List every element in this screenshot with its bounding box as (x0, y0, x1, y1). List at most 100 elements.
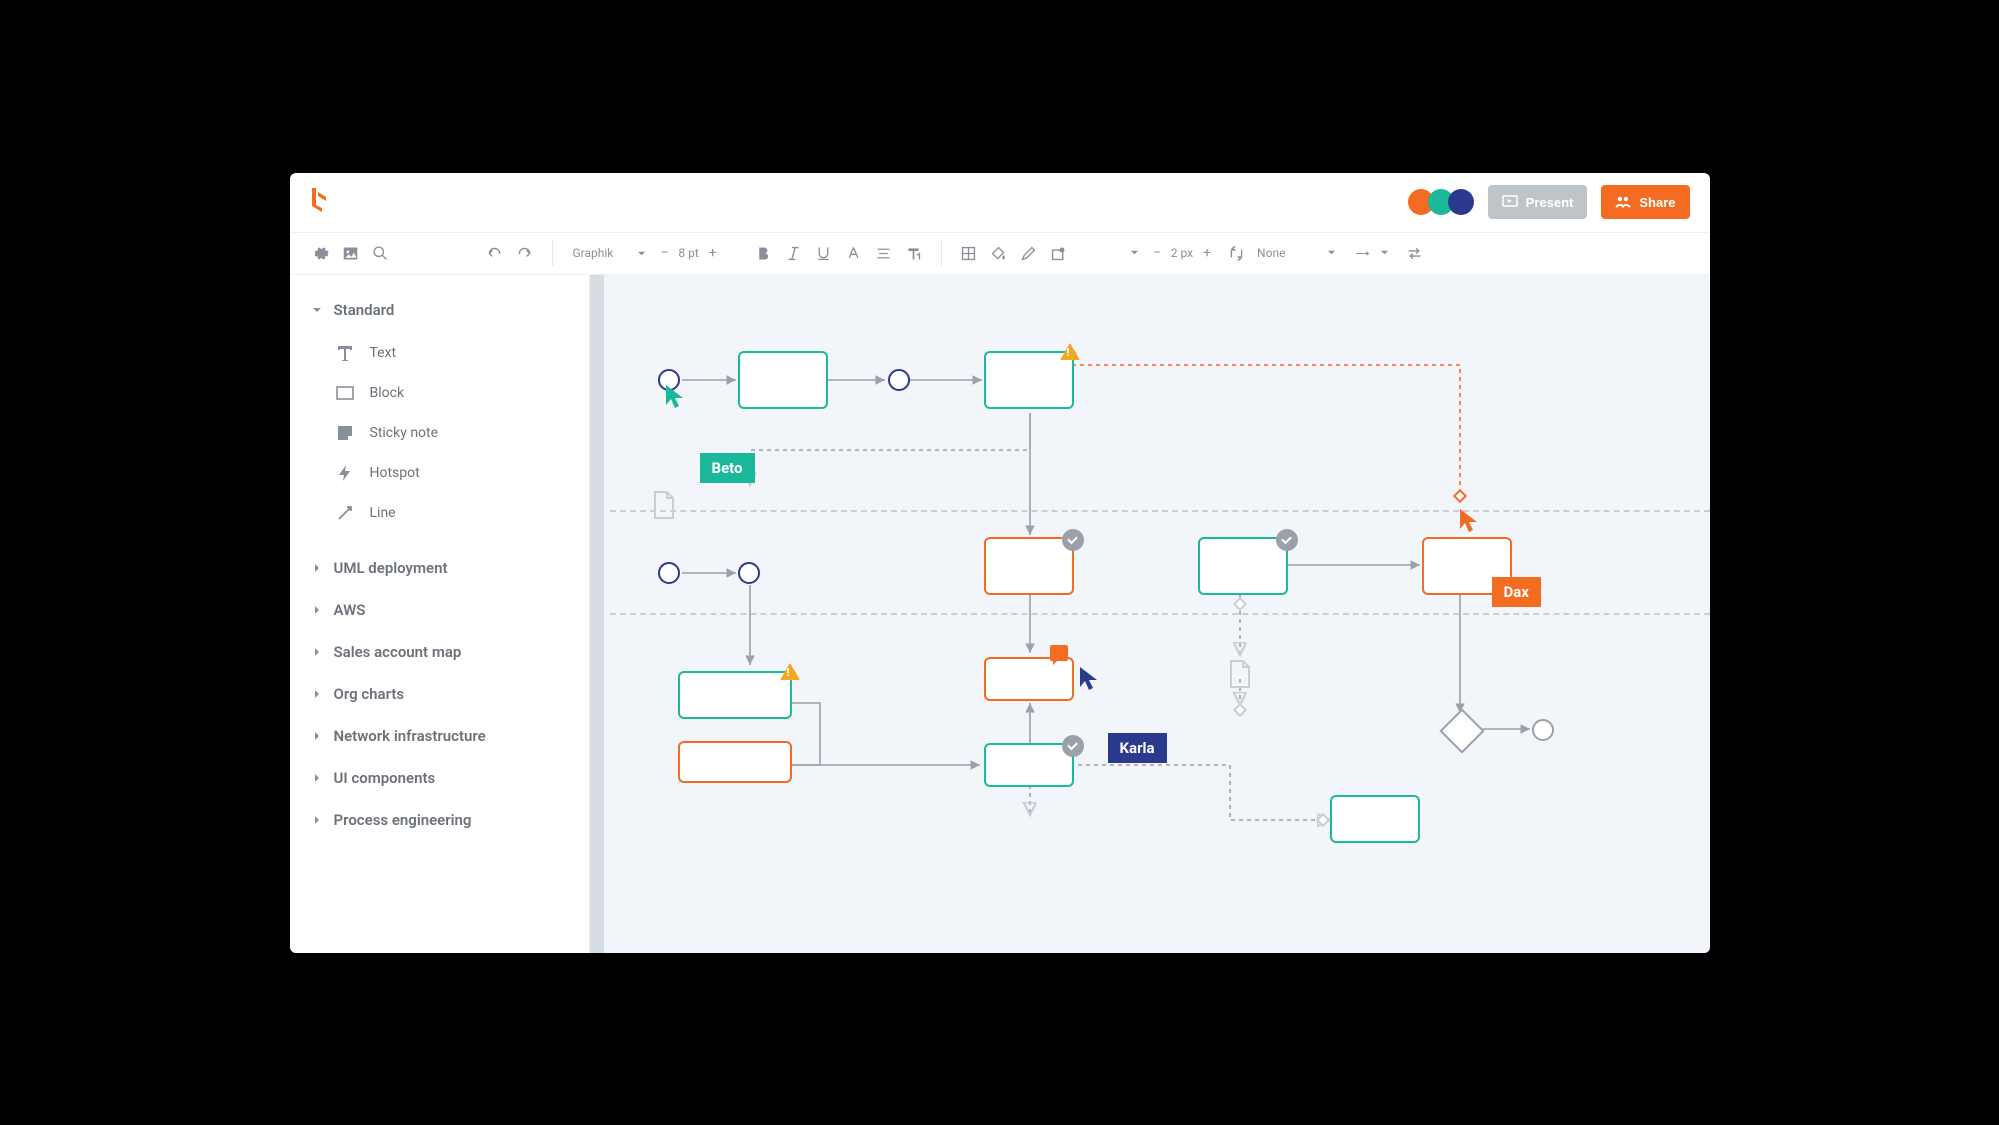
shape-item-label: Block (370, 385, 405, 401)
check-badge (1276, 529, 1298, 551)
panel-label: Org charts (334, 685, 405, 703)
chevron-right-icon (312, 605, 322, 615)
panel-header-network[interactable]: Network infrastructure (312, 719, 567, 753)
search-button[interactable] (368, 240, 394, 266)
font-size-decrease[interactable]: − (660, 245, 668, 261)
chevron-right-icon (312, 773, 322, 783)
intermediate-event[interactable] (738, 562, 760, 584)
task-node[interactable] (678, 671, 792, 719)
app-window: Present Share Graphik − 8 pt + (290, 173, 1710, 953)
line-routing-button[interactable] (1223, 240, 1249, 266)
align-icon (875, 245, 892, 262)
panel-label: Network infrastructure (334, 727, 486, 745)
block-icon (334, 382, 356, 404)
text-color-icon (845, 245, 862, 262)
redo-button[interactable] (512, 240, 538, 266)
shape-item-label: Text (370, 345, 397, 361)
panel-header-org[interactable]: Org charts (312, 677, 567, 711)
shape-item-hotspot[interactable]: Hotspot (322, 453, 567, 493)
document-icon (1228, 659, 1252, 689)
chevron-right-icon (312, 815, 322, 825)
play-icon (1502, 194, 1518, 210)
task-node[interactable] (1198, 537, 1288, 595)
start-event[interactable] (658, 562, 680, 584)
collaborator-label: Dax (1492, 577, 1541, 607)
arrow-style-button[interactable] (1350, 240, 1376, 266)
collaborator-cursor (1078, 665, 1100, 695)
shape-format-button[interactable] (1046, 240, 1072, 266)
panel-header-ui[interactable]: UI components (312, 761, 567, 795)
shape-item-sticky-note[interactable]: Sticky note (322, 413, 567, 453)
table-button[interactable] (956, 240, 982, 266)
text-color-button[interactable] (841, 240, 867, 266)
warning-badge (1060, 343, 1080, 360)
chevron-down-icon (1130, 248, 1139, 257)
stroke-style-dropdown[interactable] (1130, 246, 1139, 260)
panel-header-aws[interactable]: AWS (312, 593, 567, 627)
font-family-select[interactable]: Graphik (567, 246, 657, 260)
logo (310, 188, 328, 216)
redo-icon (516, 245, 533, 262)
sticky-note-icon (334, 422, 356, 444)
task-node[interactable] (738, 351, 828, 409)
gateway[interactable] (1439, 708, 1484, 753)
share-button[interactable]: Share (1601, 185, 1689, 219)
fill-button[interactable] (986, 240, 1012, 266)
panel-label: Process engineering (334, 811, 472, 829)
gateway-marker (1232, 702, 1246, 716)
gateway-marker (1315, 812, 1329, 826)
lane-divider (610, 510, 1710, 512)
end-event[interactable] (1532, 719, 1554, 741)
gateway-marker (1452, 488, 1466, 502)
panel-label: UI components (334, 769, 436, 787)
check-badge (1062, 529, 1084, 551)
text-format-button[interactable] (901, 240, 927, 266)
shape-item-block[interactable]: Block (322, 373, 567, 413)
arrow-style-dropdown[interactable] (1380, 246, 1389, 260)
italic-icon (785, 245, 802, 262)
stroke-button[interactable] (1016, 240, 1042, 266)
task-node[interactable] (984, 537, 1074, 595)
line-style-dropdown[interactable] (1327, 246, 1336, 260)
panel-label: Standard (334, 301, 395, 319)
undo-button[interactable] (482, 240, 508, 266)
italic-button[interactable] (781, 240, 807, 266)
table-icon (960, 245, 977, 262)
panel-header-uml[interactable]: UML deployment (312, 551, 567, 585)
align-button[interactable] (871, 240, 897, 266)
task-node[interactable] (984, 743, 1074, 787)
toolbar: Graphik − 8 pt + − 2 px + None (290, 233, 1710, 275)
task-node[interactable] (678, 741, 792, 783)
people-icon (1615, 194, 1631, 210)
underline-button[interactable] (811, 240, 837, 266)
intermediate-event[interactable] (888, 369, 910, 391)
gateway-marker (1232, 596, 1246, 610)
font-size-increase[interactable]: + (709, 245, 717, 261)
canvas[interactable]: Beto Karla Dax (590, 275, 1710, 953)
bold-button[interactable] (751, 240, 777, 266)
panel-header-standard[interactable]: Standard (312, 293, 567, 327)
hotspot-icon (334, 462, 356, 484)
panel-header-process[interactable]: Process engineering (312, 803, 567, 837)
swap-ends-button[interactable] (1401, 240, 1427, 266)
stroke-width-increase[interactable]: + (1203, 245, 1211, 261)
shape-item-label: Hotspot (370, 465, 420, 481)
shape-item-line[interactable]: Line (322, 493, 567, 533)
paint-bucket-icon (990, 245, 1007, 262)
stroke-width-value: 2 px (1171, 246, 1193, 260)
collaborator-label: Beto (700, 453, 755, 483)
task-node[interactable] (984, 657, 1074, 701)
bold-icon (755, 245, 772, 262)
chevron-down-icon (1380, 248, 1389, 257)
document-icon (652, 490, 676, 520)
image-button[interactable] (338, 240, 364, 266)
chevron-right-icon (312, 731, 322, 741)
panel-label: UML deployment (334, 559, 448, 577)
present-button[interactable]: Present (1488, 185, 1588, 219)
task-node[interactable] (1330, 795, 1420, 843)
stroke-width-decrease[interactable]: − (1153, 245, 1161, 261)
panel-header-sales[interactable]: Sales account map (312, 635, 567, 669)
shape-item-text[interactable]: Text (322, 333, 567, 373)
chevron-down-icon (637, 249, 646, 258)
settings-button[interactable] (308, 240, 334, 266)
